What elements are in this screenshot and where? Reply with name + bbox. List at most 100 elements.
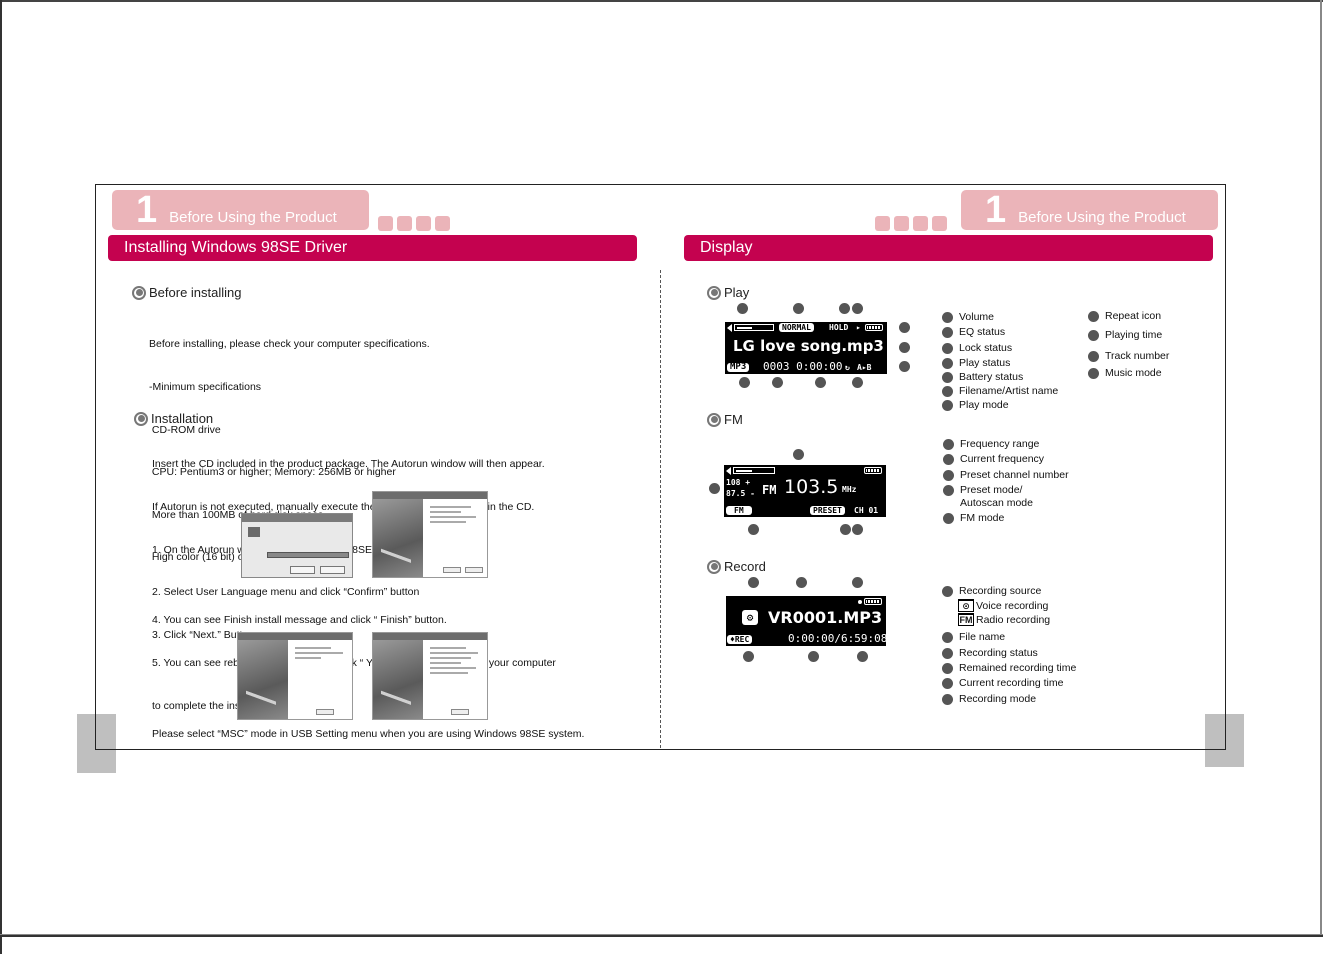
spec-line: -Minimum specifications xyxy=(149,381,262,394)
track-number: 0003 xyxy=(763,360,790,373)
square xyxy=(913,216,928,231)
legend-dot xyxy=(942,386,953,397)
square xyxy=(875,216,890,231)
fm-band: FM xyxy=(762,483,777,497)
preset-channel: CH 01 xyxy=(854,506,879,515)
playing-time: 0:00:00 xyxy=(796,360,843,373)
bullet-ring-icon xyxy=(707,412,721,427)
before-installing-heading: Before installing xyxy=(132,285,242,300)
ok-button xyxy=(290,566,315,574)
legend-label: Track number xyxy=(1105,350,1170,362)
callout-remaining-time xyxy=(857,651,868,662)
range-low: 87.5 - xyxy=(726,489,755,498)
music-mode: MP3 xyxy=(727,363,750,372)
legend-label: Filename/Artist name xyxy=(959,385,1059,397)
sub-item-label: Radio recording xyxy=(976,613,1051,626)
square xyxy=(435,216,450,231)
installation-steps-b: 4. You can see Finish install message an… xyxy=(152,585,556,727)
recording-dot-icon xyxy=(858,600,862,604)
msc-note: Please select “MSC” mode in USB Setting … xyxy=(152,728,585,740)
play-mode: A▸B xyxy=(857,363,872,372)
legend-dot xyxy=(942,586,953,597)
bullet-ring-icon xyxy=(134,411,148,426)
play-heading: Play xyxy=(707,285,749,300)
page-border-top xyxy=(0,0,1323,2)
legend-dot xyxy=(942,372,953,383)
frequency-unit: MHz xyxy=(842,485,857,494)
legend-dot xyxy=(943,454,954,465)
legend-label: Playing time xyxy=(1105,329,1163,341)
square xyxy=(932,216,947,231)
legend-label: Frequency range xyxy=(960,438,1040,450)
legend-item: Preset channel number xyxy=(943,469,1069,482)
repeat-icon: ↻ xyxy=(845,363,850,372)
wizard-side-image xyxy=(238,640,289,719)
page-border-right xyxy=(1320,0,1322,936)
battery-icon xyxy=(864,467,882,474)
finish-button xyxy=(316,709,334,715)
fm-heading: FM xyxy=(707,412,743,427)
bullet-ring-icon xyxy=(707,285,721,300)
legend-item: Preset mode/ Autoscan mode xyxy=(943,484,1033,510)
legend-item: Remained recording time xyxy=(942,662,1076,675)
legend-label: Preset channel number xyxy=(960,469,1069,481)
language-select xyxy=(267,552,349,558)
callout-play-mode xyxy=(899,361,910,372)
wizard-welcome-screenshot xyxy=(372,491,488,578)
legend-label: File name xyxy=(959,631,1006,643)
square xyxy=(894,216,909,231)
legend-item: EQ status xyxy=(942,326,1005,339)
square xyxy=(378,216,393,231)
wizard-text xyxy=(430,647,481,677)
callout-recording-mode xyxy=(852,577,863,588)
legend-dot xyxy=(942,327,953,338)
recording-status: ♦REC xyxy=(727,635,753,644)
section-title-bar: Installing Windows 98SE Driver xyxy=(108,235,637,261)
decorative-squares-left xyxy=(378,216,450,231)
record-heading: Record xyxy=(707,559,766,574)
legend-label: Remained recording time xyxy=(959,662,1077,674)
callout-music-mode xyxy=(739,377,750,388)
fm-lcd: 108 + 87.5 - FM 103.5 MHz FM PRESET CH 0… xyxy=(724,465,886,517)
legend-item: Volume xyxy=(942,311,994,324)
legend-dot xyxy=(943,513,954,524)
callout-eq xyxy=(793,303,804,314)
sub-item-label: Voice recording xyxy=(976,599,1049,612)
wizard-reboot-screenshot xyxy=(372,632,488,720)
legend-dot xyxy=(942,312,953,323)
callout-lock xyxy=(839,303,850,314)
cancel-button xyxy=(465,567,483,573)
cancel-button xyxy=(320,566,345,574)
callout-repeat xyxy=(852,377,863,388)
voice-recording-icon: ⚙ xyxy=(742,610,758,625)
recording-time: 0:00:00/6:59:08 xyxy=(788,632,888,645)
setup-icon xyxy=(248,527,260,537)
heading-text: Installation xyxy=(151,411,214,426)
callout-preset-mode xyxy=(840,524,851,535)
choose-setup-language-screenshot xyxy=(241,513,353,578)
legend-dot xyxy=(1088,368,1099,379)
chapter-tab-left: 1 Before Using the Product xyxy=(112,190,369,230)
callout-recording-source xyxy=(748,577,759,588)
legend-item: Battery status xyxy=(942,371,1023,384)
legend-dot xyxy=(1088,351,1099,362)
callout-file-name xyxy=(796,577,807,588)
legend-label: Volume xyxy=(959,311,995,323)
square xyxy=(416,216,431,231)
legend-label: Recording source xyxy=(959,585,1042,597)
legend-item: Track number xyxy=(1088,350,1169,363)
callout-filename xyxy=(899,342,910,353)
legend-label: Battery status xyxy=(959,371,1024,383)
bullet-ring-icon xyxy=(132,285,146,300)
wizard-side-image xyxy=(373,499,424,577)
record-lcd: ⚙ VR0001.MP3 ♦REC 0:00:00/6:59:08 xyxy=(726,596,888,646)
legend-item: Frequency range xyxy=(943,438,1039,451)
track-and-time: 0003 0:00:00 xyxy=(763,360,842,374)
wizard-titlebar xyxy=(238,633,352,640)
legend-label: Current recording time xyxy=(959,677,1064,689)
step-line: to complete the installation. xyxy=(152,699,280,712)
callout-current-frequency xyxy=(793,449,804,460)
legend-dot xyxy=(942,343,953,354)
wizard-text xyxy=(295,647,346,662)
callout-recording-status xyxy=(743,651,754,662)
